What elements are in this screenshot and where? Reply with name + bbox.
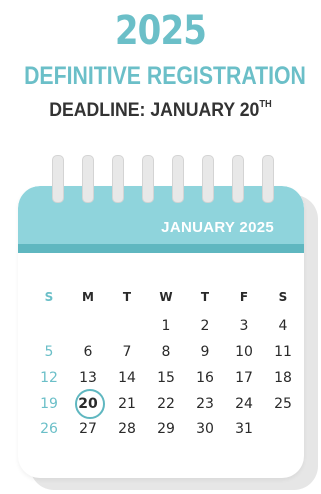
weekday-label: T <box>200 290 210 304</box>
day-cell: 24 <box>235 396 253 412</box>
day-cell: 28 <box>118 421 136 437</box>
day-cell: 2 <box>200 318 210 334</box>
weekday-label: W <box>159 290 173 304</box>
day-cell: 27 <box>79 421 97 437</box>
weekday-label: T <box>122 290 132 304</box>
day-cell: 29 <box>157 421 175 437</box>
day-cell: 31 <box>235 421 253 437</box>
day-cell: 30 <box>196 421 214 437</box>
day-cell: 21 <box>118 396 136 412</box>
day-cell: 15 <box>157 370 175 386</box>
day-cell: 25 <box>274 396 292 412</box>
day-cell: 18 <box>274 370 292 386</box>
calendar-grid: S M T W T F S 1 2 3 4 5 6 7 8 9 10 11 12 13 14 15 16 17 18 19 20 21… <box>0 0 321 494</box>
day-cell: 23 <box>196 396 214 412</box>
day-cell: 5 <box>44 344 54 360</box>
day-cell: 12 <box>40 370 58 386</box>
day-cell: 14 <box>118 370 136 386</box>
weekday-label: M <box>82 290 94 304</box>
day-cell: 26 <box>40 421 58 437</box>
day-cell: 4 <box>278 318 288 334</box>
day-cell: 3 <box>239 318 249 334</box>
day-cell: 7 <box>122 344 132 360</box>
day-cell: 8 <box>161 344 171 360</box>
highlight-circle <box>75 389 105 419</box>
day-cell: 1 <box>161 318 171 334</box>
weekday-label: F <box>239 290 249 304</box>
day-cell: 22 <box>157 396 175 412</box>
weekday-label: S <box>44 290 54 304</box>
day-cell: 16 <box>196 370 214 386</box>
weekday-label: S <box>278 290 288 304</box>
day-cell: 13 <box>79 370 97 386</box>
day-cell: 17 <box>235 370 253 386</box>
day-cell: 9 <box>200 344 210 360</box>
day-cell: 11 <box>274 344 292 360</box>
day-cell: 6 <box>83 344 93 360</box>
day-cell: 19 <box>40 396 58 412</box>
day-cell: 10 <box>235 344 253 360</box>
